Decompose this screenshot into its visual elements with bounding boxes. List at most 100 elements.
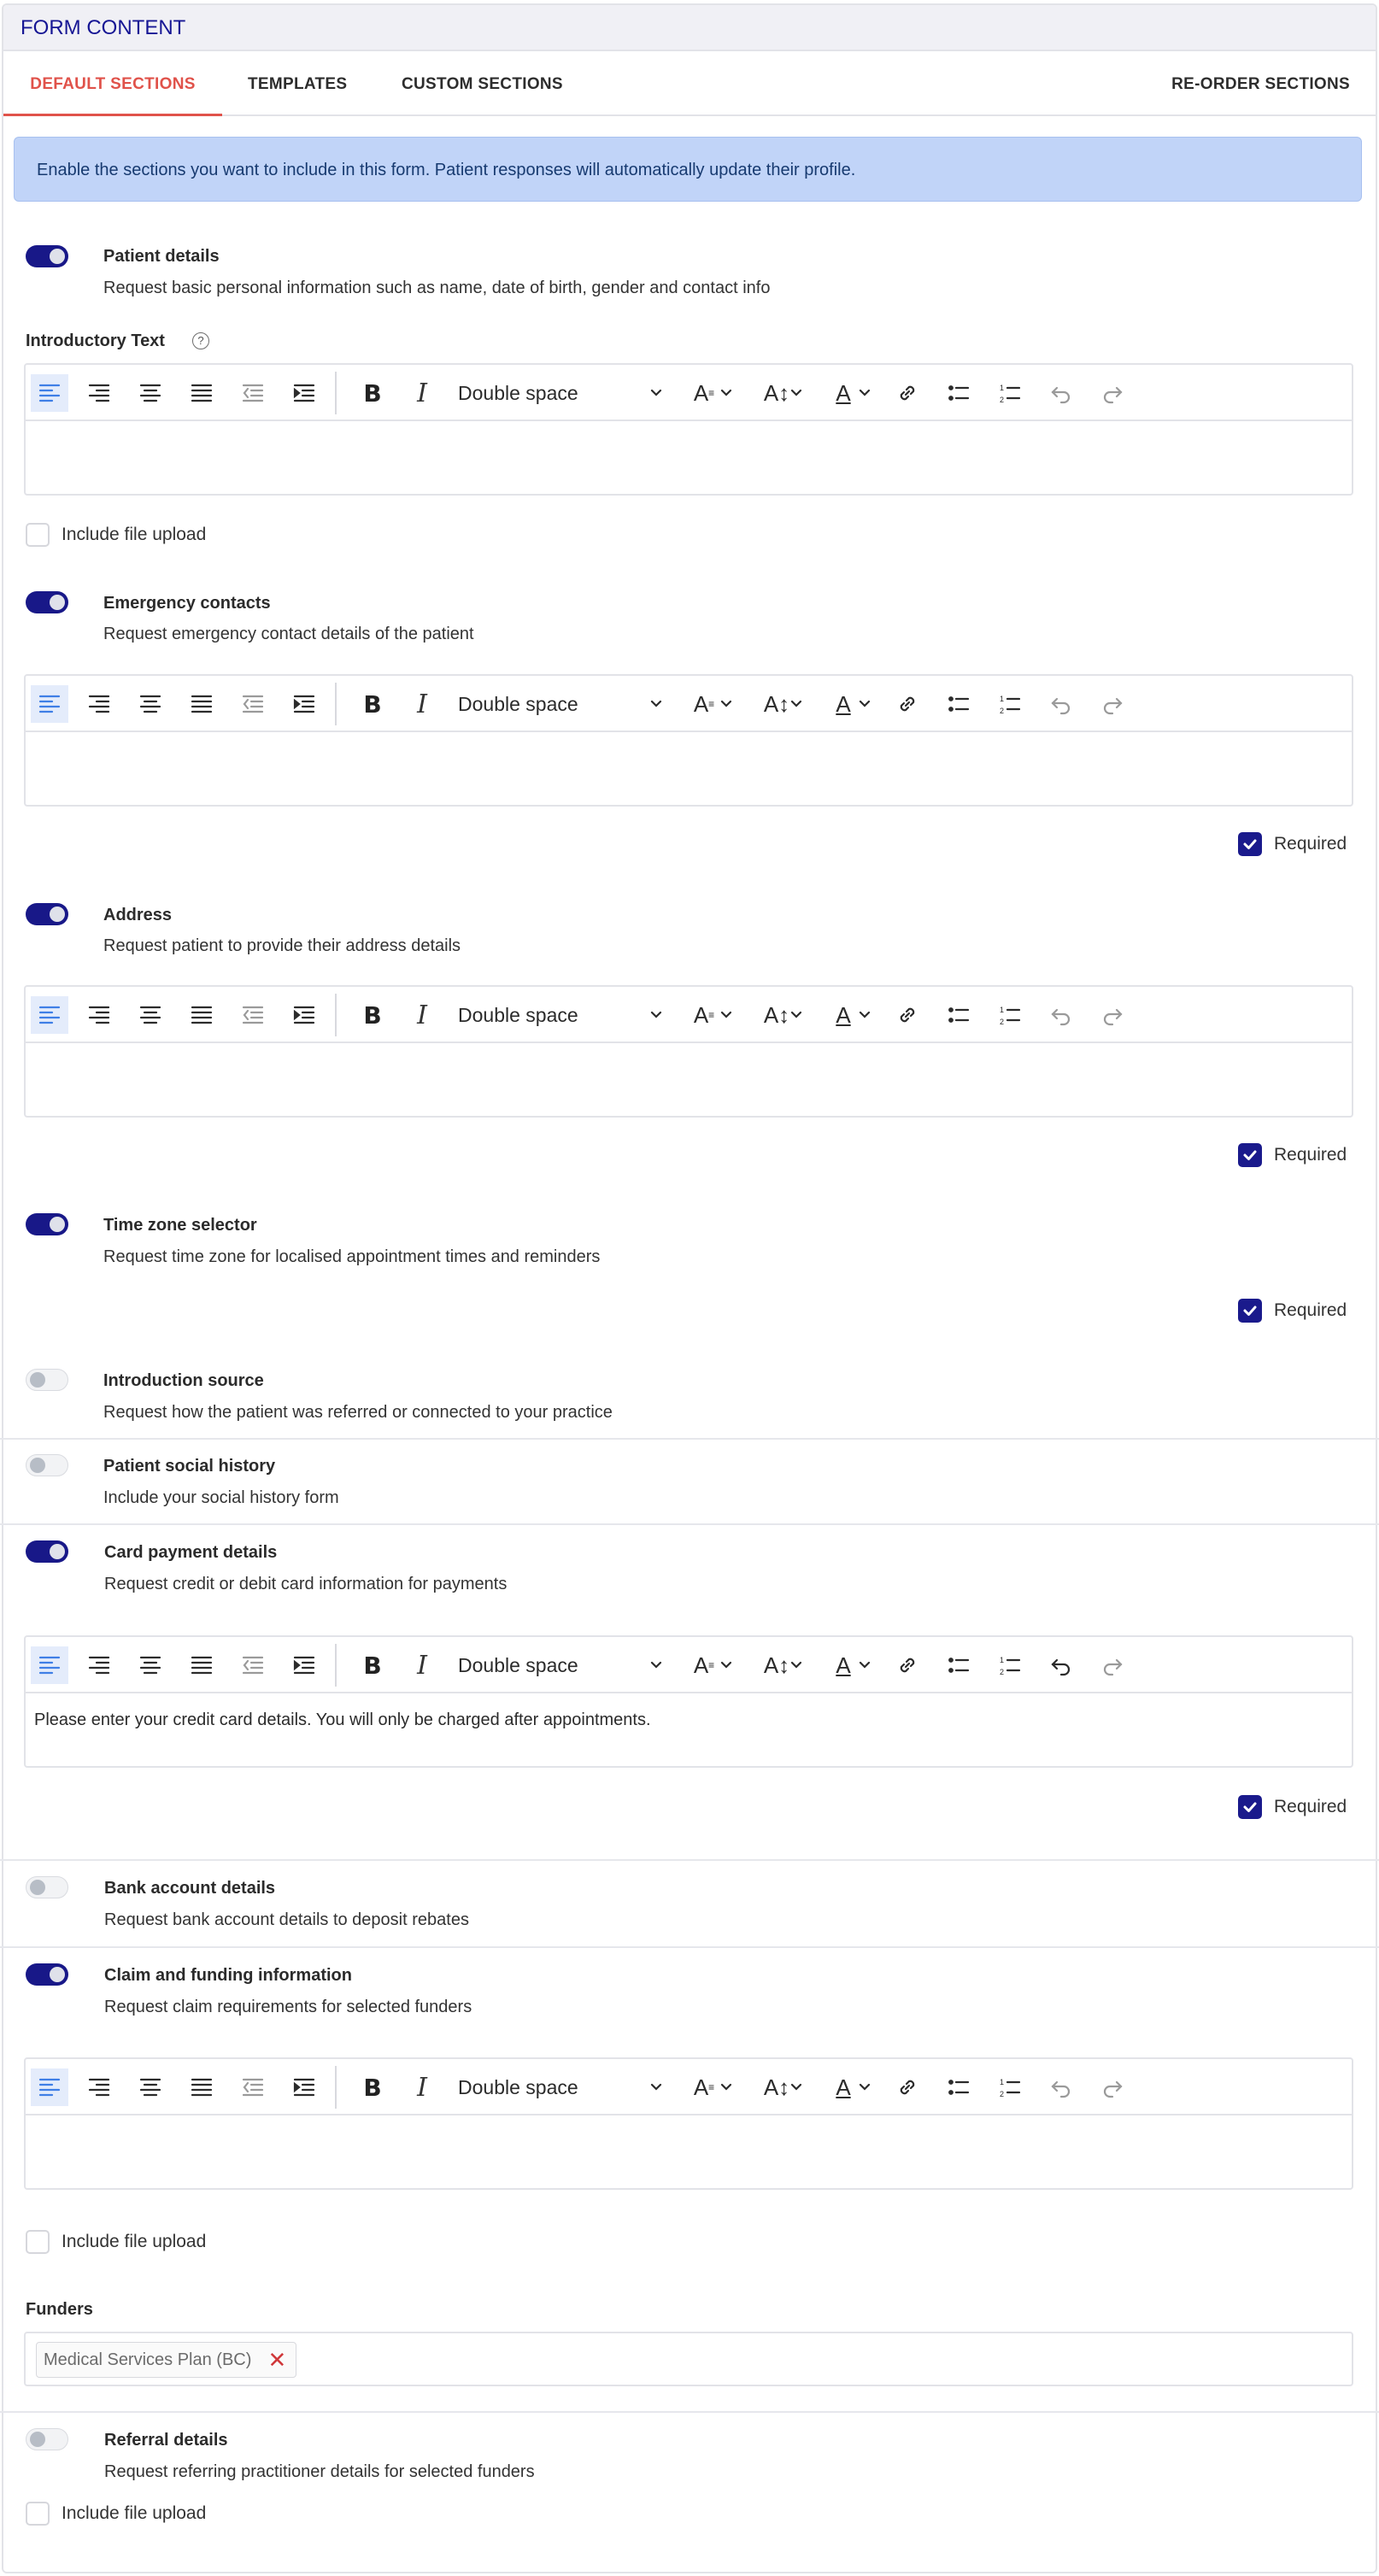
align-left-icon[interactable] [31, 996, 68, 1034]
align-center-icon[interactable] [132, 996, 169, 1034]
undo-icon[interactable] [1042, 1646, 1080, 1684]
numbered-list-icon[interactable]: 12 [991, 996, 1029, 1034]
line-height-icon[interactable]: A↕ [754, 1646, 813, 1684]
bullet-list-icon[interactable] [940, 685, 977, 723]
required-checkbox[interactable] [1238, 1143, 1262, 1167]
align-right-icon[interactable] [80, 996, 118, 1034]
reorder-sections-button[interactable]: RE-ORDER SECTIONS [1171, 53, 1350, 116]
bullet-list-icon[interactable] [940, 374, 977, 412]
numbered-list-icon[interactable]: 12 [991, 685, 1029, 723]
align-center-icon[interactable] [132, 1646, 169, 1684]
include-file-upload-checkbox[interactable] [26, 2230, 50, 2254]
editor-content[interactable] [26, 421, 1352, 494]
editor-content[interactable] [26, 732, 1352, 805]
line-height-icon[interactable]: A↕ [754, 374, 813, 412]
tab-custom-sections[interactable]: CUSTOM SECTIONS [402, 53, 563, 116]
rich-text-editor[interactable]: B I Double space A ≡ A↕ A 1 2 [24, 985, 1353, 1118]
font-size-icon[interactable]: A ≡ [684, 374, 743, 412]
line-spacing-select[interactable]: Double space [458, 685, 663, 723]
outdent-icon[interactable] [234, 1646, 272, 1684]
numbered-list-icon[interactable]: 12 [991, 2068, 1029, 2106]
font-size-icon[interactable]: A ≡ [684, 1646, 743, 1684]
line-spacing-select[interactable]: Double space [458, 1646, 663, 1684]
bullet-list-icon[interactable] [940, 2068, 977, 2106]
indent-icon[interactable] [285, 685, 323, 723]
link-icon[interactable] [889, 996, 926, 1034]
funders-select[interactable]: Medical Services Plan (BC) ✕ [24, 2332, 1353, 2386]
referral-toggle[interactable] [26, 2428, 68, 2450]
editor-content[interactable] [26, 1043, 1352, 1116]
align-right-icon[interactable] [80, 374, 118, 412]
editor-content[interactable]: Please enter your credit card details. Y… [26, 1693, 1352, 1766]
outdent-icon[interactable] [234, 2068, 272, 2106]
line-spacing-select[interactable]: Double space [458, 374, 663, 412]
required-checkbox[interactable] [1238, 832, 1262, 856]
include-file-upload-checkbox[interactable] [26, 2502, 50, 2526]
italic-icon[interactable]: I [403, 374, 441, 412]
link-icon[interactable] [889, 374, 926, 412]
emergency-contacts-toggle[interactable] [26, 591, 68, 613]
align-right-icon[interactable] [80, 685, 118, 723]
numbered-list-icon[interactable]: 12 [991, 374, 1029, 412]
undo-icon[interactable] [1042, 685, 1080, 723]
line-spacing-select[interactable]: Double space [458, 996, 663, 1034]
rich-text-editor[interactable]: B I Double space A ≡ A↕ A 1 2 Please enter your c… [24, 1635, 1353, 1768]
redo-icon[interactable] [1094, 374, 1131, 412]
redo-icon[interactable] [1094, 2068, 1131, 2106]
link-icon[interactable] [889, 1646, 926, 1684]
claim-funding-toggle[interactable] [26, 1963, 68, 1986]
font-size-icon[interactable]: A ≡ [684, 996, 743, 1034]
font-color-icon[interactable]: A [825, 1646, 882, 1684]
font-color-icon[interactable]: A [825, 374, 882, 412]
required-checkbox[interactable] [1238, 1299, 1262, 1323]
tab-templates[interactable]: TEMPLATES [248, 53, 347, 116]
font-size-icon[interactable]: A ≡ [684, 2068, 743, 2106]
bold-icon[interactable]: B [354, 996, 391, 1034]
align-justify-icon[interactable] [183, 996, 220, 1034]
font-color-icon[interactable]: A [825, 685, 882, 723]
undo-icon[interactable] [1042, 996, 1080, 1034]
align-center-icon[interactable] [132, 2068, 169, 2106]
social-history-toggle[interactable] [26, 1454, 68, 1476]
introduction-source-toggle[interactable] [26, 1369, 68, 1391]
align-justify-icon[interactable] [183, 1646, 220, 1684]
redo-icon[interactable] [1094, 685, 1131, 723]
line-height-icon[interactable]: A↕ [754, 2068, 813, 2106]
required-checkbox[interactable] [1238, 1795, 1262, 1819]
align-right-icon[interactable] [80, 2068, 118, 2106]
time-zone-toggle[interactable] [26, 1213, 68, 1235]
line-height-icon[interactable]: A↕ [754, 996, 813, 1034]
outdent-icon[interactable] [234, 996, 272, 1034]
undo-icon[interactable] [1042, 374, 1080, 412]
align-justify-icon[interactable] [183, 685, 220, 723]
close-icon[interactable]: ✕ [265, 2343, 289, 2377]
bold-icon[interactable]: B [354, 374, 391, 412]
align-center-icon[interactable] [132, 685, 169, 723]
rich-text-editor[interactable]: B I Double space A ≡ A↕ A 1 2 [24, 2057, 1353, 2190]
font-color-icon[interactable]: A [825, 2068, 882, 2106]
redo-icon[interactable] [1094, 1646, 1131, 1684]
italic-icon[interactable]: I [403, 996, 441, 1034]
indent-icon[interactable] [285, 2068, 323, 2106]
font-color-icon[interactable]: A [825, 996, 882, 1034]
align-center-icon[interactable] [132, 374, 169, 412]
address-toggle[interactable] [26, 903, 68, 925]
align-left-icon[interactable] [31, 374, 68, 412]
rich-text-editor[interactable]: B I Double space A ≡ A↕ A 1 2 [24, 674, 1353, 807]
bold-icon[interactable]: B [354, 2068, 391, 2106]
align-left-icon[interactable] [31, 2068, 68, 2106]
bullet-list-icon[interactable] [940, 1646, 977, 1684]
link-icon[interactable] [889, 2068, 926, 2106]
italic-icon[interactable]: I [403, 685, 441, 723]
redo-icon[interactable] [1094, 996, 1131, 1034]
font-size-icon[interactable]: A ≡ [684, 685, 743, 723]
align-justify-icon[interactable] [183, 374, 220, 412]
help-icon[interactable]: ? [192, 332, 209, 349]
indent-icon[interactable] [285, 374, 323, 412]
align-right-icon[interactable] [80, 1646, 118, 1684]
line-height-icon[interactable]: A↕ [754, 685, 813, 723]
italic-icon[interactable]: I [403, 2068, 441, 2106]
align-left-icon[interactable] [31, 1646, 68, 1684]
outdent-icon[interactable] [234, 685, 272, 723]
align-left-icon[interactable] [31, 685, 68, 723]
